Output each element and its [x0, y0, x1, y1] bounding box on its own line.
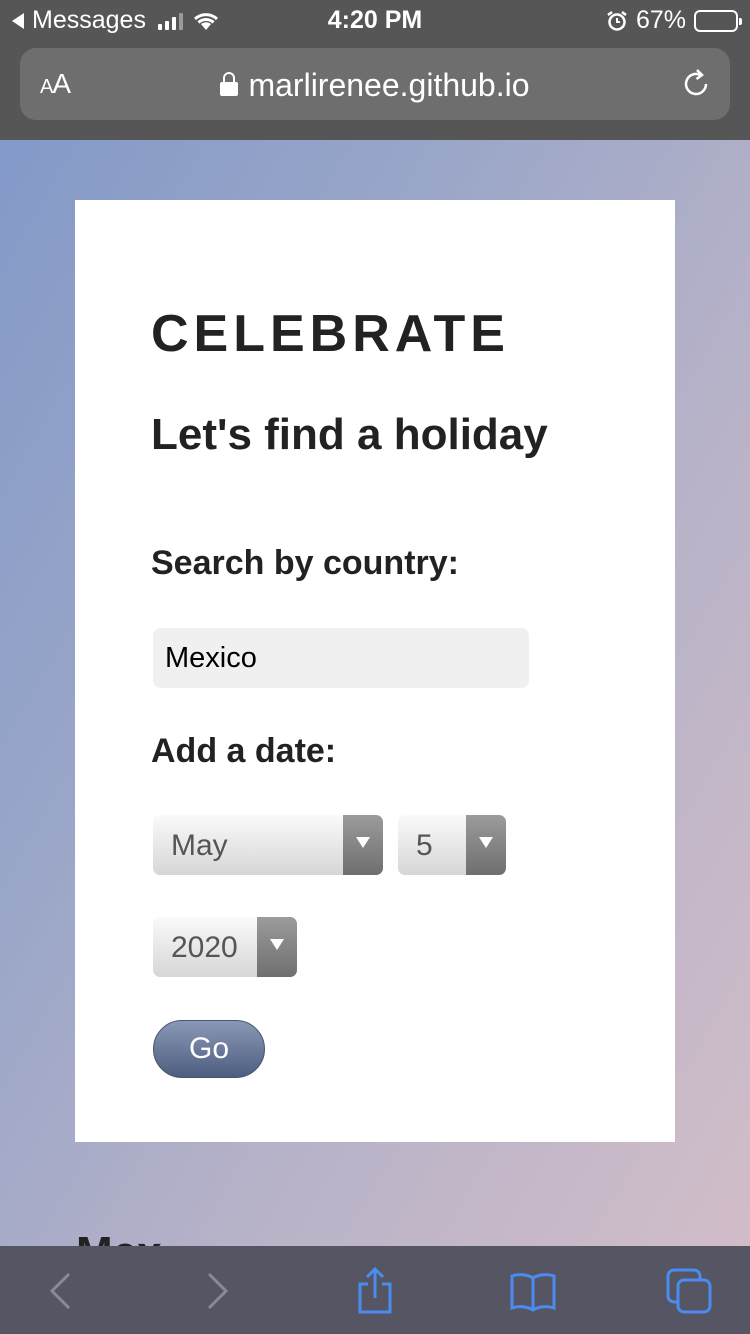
forward-icon[interactable]	[192, 1266, 242, 1316]
url-display[interactable]: marlirenee.github.io	[20, 67, 730, 104]
go-button[interactable]: Go	[153, 1020, 265, 1078]
chevron-down-icon	[257, 917, 297, 977]
back-icon[interactable]	[36, 1266, 86, 1316]
month-select[interactable]: May	[153, 815, 383, 875]
tabs-icon[interactable]	[664, 1266, 714, 1316]
country-label: Search by country:	[151, 544, 459, 582]
share-icon[interactable]	[350, 1266, 400, 1316]
alarm-icon	[607, 10, 627, 31]
page-headline: Let's find a holiday	[151, 410, 548, 459]
address-bar[interactable]: AA marlirenee.github.io	[20, 48, 730, 120]
url-text: marlirenee.github.io	[248, 67, 530, 103]
battery-icon	[694, 9, 742, 32]
month-select-value: May	[171, 829, 228, 862]
brand-title: CELEBRATE	[151, 305, 510, 363]
lock-icon	[220, 72, 239, 96]
bookmarks-icon[interactable]	[508, 1266, 558, 1316]
country-input[interactable]	[153, 628, 529, 688]
search-card: CELEBRATE Let's find a holiday Search by…	[75, 200, 675, 1142]
chevron-down-icon	[466, 815, 506, 875]
year-select-value: 2020	[171, 931, 238, 964]
browser-top-bar: AA marlirenee.github.io	[0, 40, 750, 140]
year-select[interactable]: 2020	[153, 917, 297, 977]
day-select-value: 5	[416, 829, 433, 862]
battery-percent: 67%	[635, 6, 686, 34]
reload-icon[interactable]	[678, 66, 714, 102]
date-label: Add a date:	[151, 732, 337, 770]
browser-toolbar	[0, 1246, 750, 1334]
day-select[interactable]: 5	[398, 815, 506, 875]
chevron-down-icon	[343, 815, 383, 875]
status-bar: Messages 4:20 PM 67%	[0, 0, 750, 40]
